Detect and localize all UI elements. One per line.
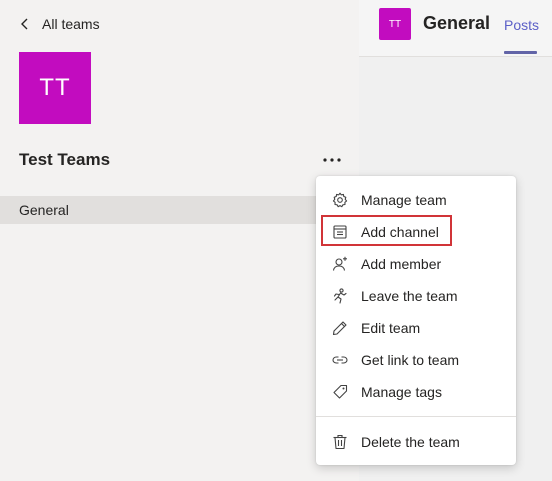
back-link-label: All teams [42,16,100,32]
more-options-button[interactable] [318,148,346,172]
channel-avatar-initials: TT [388,18,402,30]
chevron-left-icon [21,18,28,30]
menu-item-label: Delete the team [361,434,460,450]
menu-item-manage-tags[interactable]: Manage tags [316,376,516,408]
channel-title: General [423,13,491,33]
menu-item-label: Leave the team [361,288,458,304]
menu-item-get-link[interactable]: Get link to team [316,344,516,376]
team-avatar[interactable]: TT [19,52,91,124]
menu-item-label: Add member [361,256,442,272]
tag-icon [332,384,348,400]
team-name: Test Teams [19,150,111,169]
team-sidebar: All teams TT Test Teams General [0,0,359,481]
channel-label: General [19,202,69,218]
active-tab-indicator [504,51,537,54]
menu-item-label: Add channel [361,224,439,240]
team-context-menu: Manage team Add channel Add member Leave… [316,176,516,465]
menu-item-add-channel[interactable]: Add channel [316,216,516,248]
add-channel-icon [332,224,348,240]
menu-item-delete-team[interactable]: Delete the team [316,426,516,458]
channel-team-avatar: TT [379,8,411,40]
menu-item-label: Get link to team [361,352,460,368]
leave-team-icon [332,288,348,304]
gear-icon [332,192,348,208]
add-member-icon [332,256,348,272]
back-to-all-teams-link[interactable]: All teams [18,13,100,35]
menu-item-label: Manage team [361,192,447,208]
menu-item-add-member[interactable]: Add member [316,248,516,280]
link-icon [332,352,348,368]
menu-item-label: Edit team [361,320,421,336]
menu-item-edit-team[interactable]: Edit team [316,312,516,344]
menu-item-leave-team[interactable]: Leave the team [316,280,516,312]
trash-icon [332,434,348,450]
channel-item-general[interactable]: General [0,196,359,224]
pencil-icon [332,320,348,336]
menu-item-label: Manage tags [361,384,442,400]
tab-posts[interactable]: Posts [504,17,539,33]
menu-item-manage-team[interactable]: Manage team [316,184,516,216]
channel-header: TT General Posts [359,0,552,57]
team-avatar-initials: TT [39,74,71,101]
menu-divider [316,416,516,417]
ellipsis-icon [323,158,341,162]
